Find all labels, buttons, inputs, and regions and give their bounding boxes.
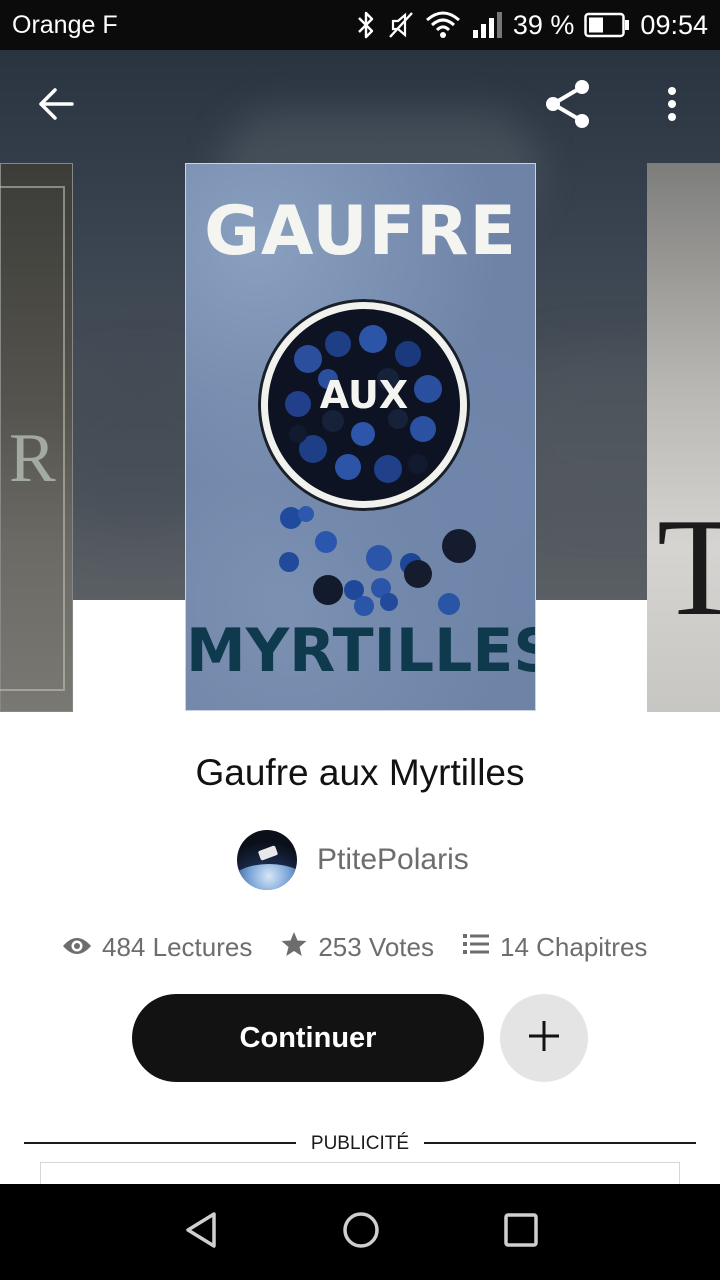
- book-title: Gaufre aux Myrtilles: [195, 752, 525, 793]
- clock: 09:54: [640, 9, 708, 40]
- previous-book-cover[interactable]: R: [0, 163, 73, 712]
- nav-back-button[interactable]: [172, 1204, 232, 1260]
- list-icon: [462, 932, 490, 963]
- nav-back-icon: [182, 1210, 222, 1255]
- battery-icon: [584, 11, 630, 39]
- votes-stat: 253 Votes: [280, 930, 434, 965]
- book-cover[interactable]: GAUFRE AUX MYRTILLES: [185, 163, 536, 711]
- mute-icon: [387, 10, 415, 40]
- plus-icon: [527, 1019, 561, 1058]
- eye-icon: [62, 932, 92, 963]
- nav-home-icon: [341, 1210, 381, 1255]
- add-to-library-button[interactable]: [500, 994, 588, 1082]
- next-book-cover[interactable]: T: [647, 163, 720, 712]
- nav-recent-icon: [501, 1210, 541, 1255]
- cover-title-bottom: MYRTILLES: [186, 616, 536, 686]
- share-icon: [542, 78, 594, 135]
- more-options-button[interactable]: [640, 74, 704, 138]
- more-vert-icon: [666, 86, 678, 127]
- author-name[interactable]: PtitePolaris: [317, 843, 469, 877]
- nav-home-button[interactable]: [331, 1204, 391, 1260]
- star-icon: [280, 930, 308, 965]
- continue-reading-button[interactable]: Continuer: [132, 994, 484, 1082]
- system-nav-bar: [0, 1184, 720, 1280]
- nav-recent-button[interactable]: [491, 1204, 551, 1260]
- status-icons: 39 % 09:54: [355, 8, 708, 42]
- status-bar: Orange F 39 % 09:54: [0, 0, 720, 50]
- back-button[interactable]: [24, 74, 88, 138]
- chapters-count: 14 Chapitres: [499, 931, 648, 962]
- author-link[interactable]: PtitePolaris: [237, 829, 469, 891]
- wifi-icon: [425, 10, 461, 40]
- reads-stat: 484 Lectures: [62, 932, 252, 963]
- back-arrow-icon: [37, 87, 75, 126]
- cover-title-middle: AUX: [319, 373, 409, 417]
- carrier-name: Orange F: [12, 11, 118, 39]
- share-button[interactable]: [536, 74, 600, 138]
- ad-divider: PUBLICITÉ: [24, 1130, 696, 1158]
- berry-bowl-image: AUX: [258, 299, 470, 511]
- battery-percent: 39 %: [512, 9, 575, 40]
- cover-title-top: GAUFRE: [204, 192, 517, 271]
- bluetooth-icon: [355, 10, 377, 40]
- author-avatar[interactable]: [237, 830, 297, 890]
- votes-count: 253 Votes: [318, 931, 434, 962]
- reads-count: 484 Lectures: [102, 931, 253, 962]
- signal-icon: [471, 10, 503, 40]
- ad-label: PUBLICITÉ: [310, 1133, 410, 1154]
- book-stats: 484 Lectures 253 Votes 14 Chapitres: [62, 925, 647, 969]
- chapters-stat: 14 Chapitres: [462, 932, 647, 963]
